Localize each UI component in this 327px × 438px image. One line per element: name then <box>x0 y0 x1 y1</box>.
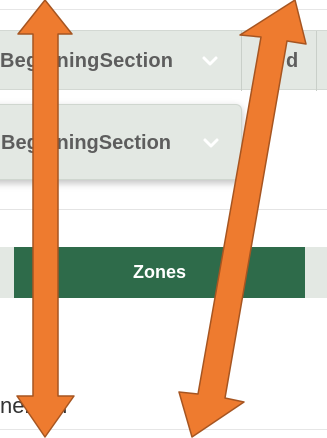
second-dropdown[interactable]: d <box>286 31 298 91</box>
dropdown-divider <box>241 31 242 91</box>
tab-bar: Zones <box>0 247 327 298</box>
chevron-down-icon[interactable] <box>202 134 220 152</box>
section-dropdown-selected[interactable]: BeginningSection <box>1 105 171 181</box>
section-divider <box>0 209 327 210</box>
dropdown-divider <box>316 31 317 91</box>
list-item[interactable]: nerator <box>0 386 70 426</box>
section-dropdown-open[interactable]: BeginningSection <box>0 104 242 180</box>
chevron-down-icon[interactable] <box>201 52 219 70</box>
list-divider <box>0 429 327 430</box>
top-strip <box>0 0 327 10</box>
tab-zones[interactable]: Zones <box>14 247 305 298</box>
filter-bar: BeginningSection d <box>0 30 327 91</box>
section-dropdown[interactable]: BeginningSection <box>0 31 173 91</box>
